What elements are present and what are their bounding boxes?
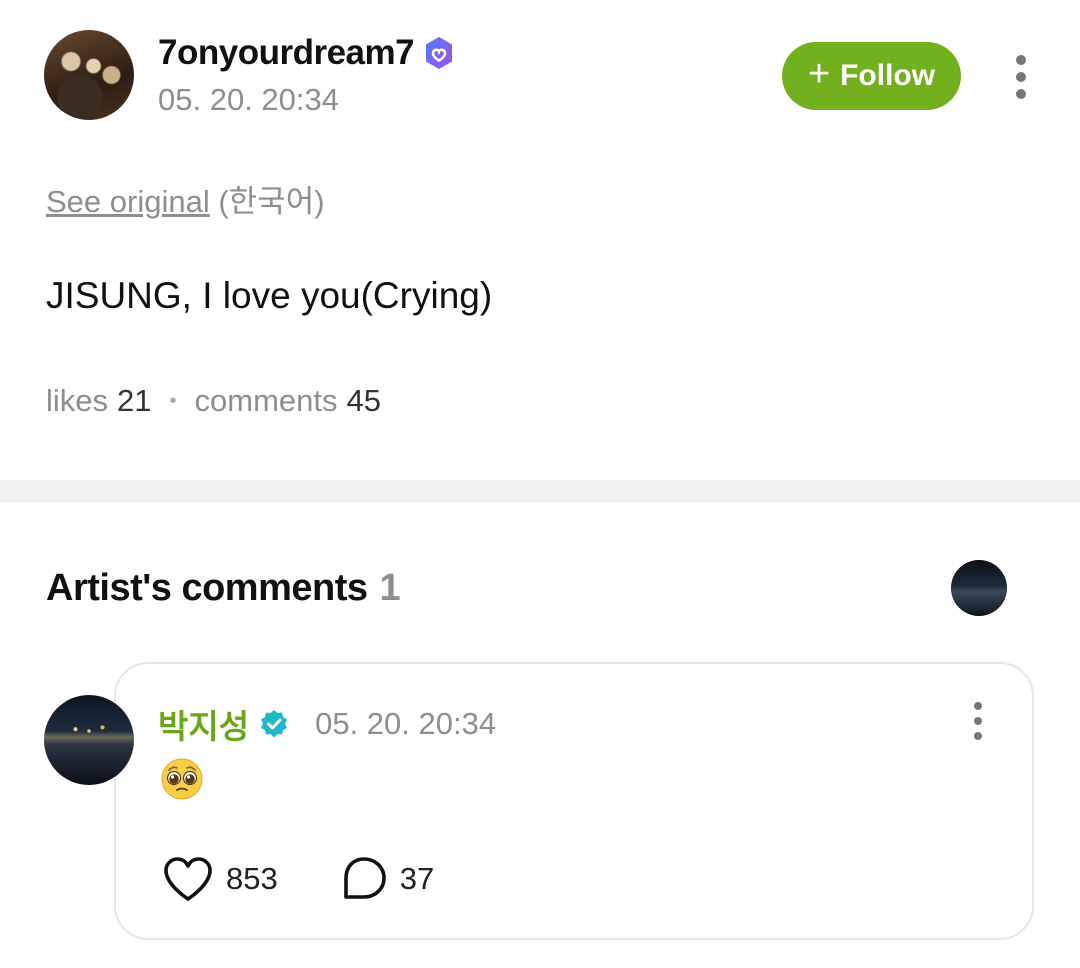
verified-badge-icon (426, 37, 453, 69)
artist-comments-count: 1 (379, 567, 401, 609)
verified-badge-icon (261, 710, 288, 738)
comment-header: 박지성 05. 20. 20:34 (158, 700, 496, 748)
see-original-link[interactable]: See original (46, 184, 210, 219)
comment-reply-button[interactable]: 37 (340, 855, 434, 903)
likes-count: 21 (117, 383, 152, 418)
stats-separator: • (169, 389, 177, 412)
author-avatar[interactable] (44, 30, 134, 120)
follow-button[interactable]: + Follow (782, 42, 961, 110)
plus-icon: + (807, 53, 831, 95)
comments-label[interactable]: comments (195, 383, 338, 419)
author-name[interactable]: 7onyourdream7 (158, 33, 415, 73)
section-divider (0, 480, 1080, 502)
artist-comments-title: Artist's comments (46, 567, 368, 609)
pleading-face-emoji-icon (161, 758, 203, 800)
post-timestamp: 05. 20. 20:34 (158, 82, 339, 117)
comment-timestamp: 05. 20. 20:34 (315, 706, 497, 741)
translation-row: See original (한국어) (46, 176, 325, 221)
comment-like-button[interactable]: 853 (162, 855, 278, 903)
heart-icon (164, 857, 212, 901)
post-stats: likes 21 • comments 45 (46, 383, 381, 419)
post-detail-screen: 7onyourdream7 05. 20. 20:34 + Follow See… (0, 0, 1080, 968)
comment-reply-count: 37 (399, 861, 435, 896)
likes-label[interactable]: likes (46, 383, 108, 419)
comment-bubble-icon (343, 857, 386, 899)
comment-like-count: 853 (226, 861, 278, 896)
comment-actions: 853 37 (162, 855, 434, 903)
comments-count: 45 (346, 383, 381, 418)
post-body: JISUNG, I love you(Crying) (46, 275, 493, 316)
commenter-name[interactable]: 박지성 (158, 700, 249, 748)
artist-avatar-thumb[interactable] (951, 560, 1007, 616)
artist-comments-heading: Artist's comments 1 (46, 567, 401, 610)
author-row: 7onyourdream7 (158, 33, 456, 73)
follow-label: Follow (840, 59, 936, 92)
comment-more-vertical-icon[interactable] (966, 702, 990, 740)
commenter-avatar[interactable] (44, 695, 134, 785)
original-language: (한국어) (218, 184, 325, 219)
more-vertical-icon[interactable] (1009, 55, 1033, 99)
